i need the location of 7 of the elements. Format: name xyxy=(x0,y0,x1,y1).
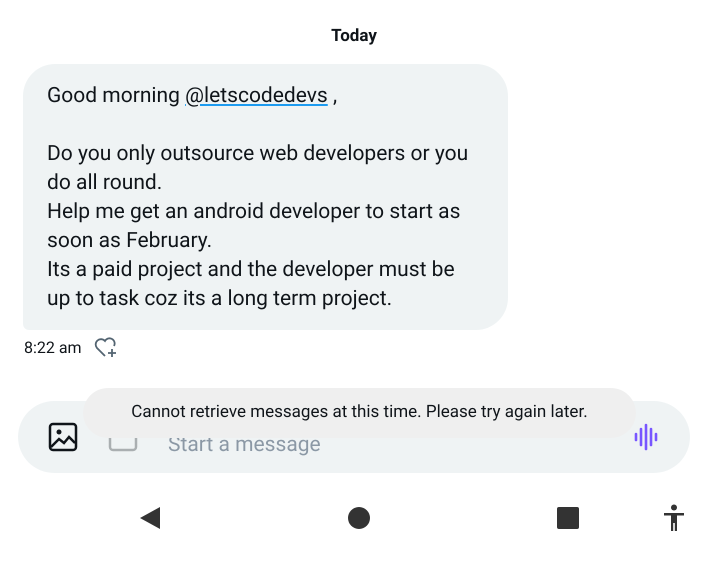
message-text: Help me get an android developer to start as soon as February. xyxy=(47,198,462,254)
message-text: Its a paid project and the developer must be up to task coz its a long term project. xyxy=(47,256,456,312)
date-header: Today xyxy=(331,25,377,48)
message-text: Do you only outsource web developers or you do all round. xyxy=(47,140,470,196)
message-time: 8:22 am xyxy=(24,336,82,358)
message-text: Good morning @letscodedevs , xyxy=(47,82,338,110)
toast-text: Cannot retrieve messages at this time. Please try again later. xyxy=(131,401,588,424)
